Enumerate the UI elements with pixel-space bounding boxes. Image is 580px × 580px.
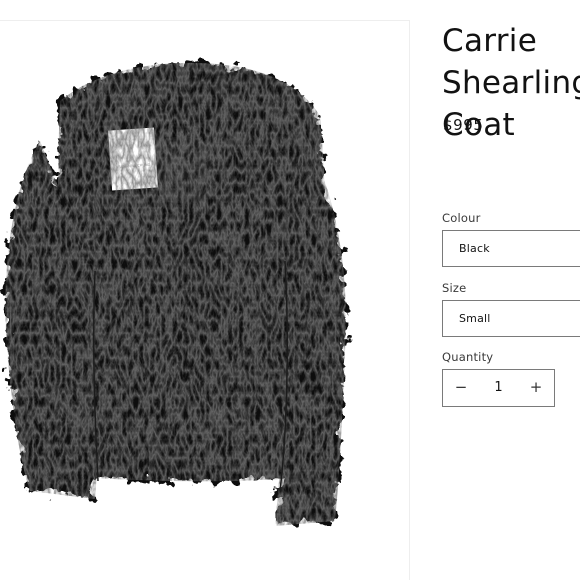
size-select[interactable]: Small (442, 300, 580, 337)
product-image: SUSANNA CHUNG (5, 62, 346, 526)
product-info-panel: Carrie Shearling Coat $995 Colour Black … (442, 0, 580, 580)
product-image-panel[interactable]: SUSANNA CHUNG (0, 20, 410, 580)
quantity-input[interactable]: 1 (479, 370, 518, 406)
product-page: SUSANNA CHUNG Carrie Shearling Coat $995… (0, 0, 580, 580)
size-label: Size (442, 281, 467, 295)
colour-label: Colour (442, 211, 481, 225)
colour-selected-value: Black (459, 242, 490, 255)
quantity-label: Quantity (442, 350, 494, 364)
quantity-increase-button[interactable]: + (518, 370, 554, 406)
colour-select[interactable]: Black (442, 230, 580, 267)
quantity-decrease-button[interactable]: − (443, 370, 479, 406)
quantity-stepper: − 1 + (442, 369, 555, 407)
size-selected-value: Small (459, 312, 491, 325)
product-price: $995 (443, 116, 484, 134)
